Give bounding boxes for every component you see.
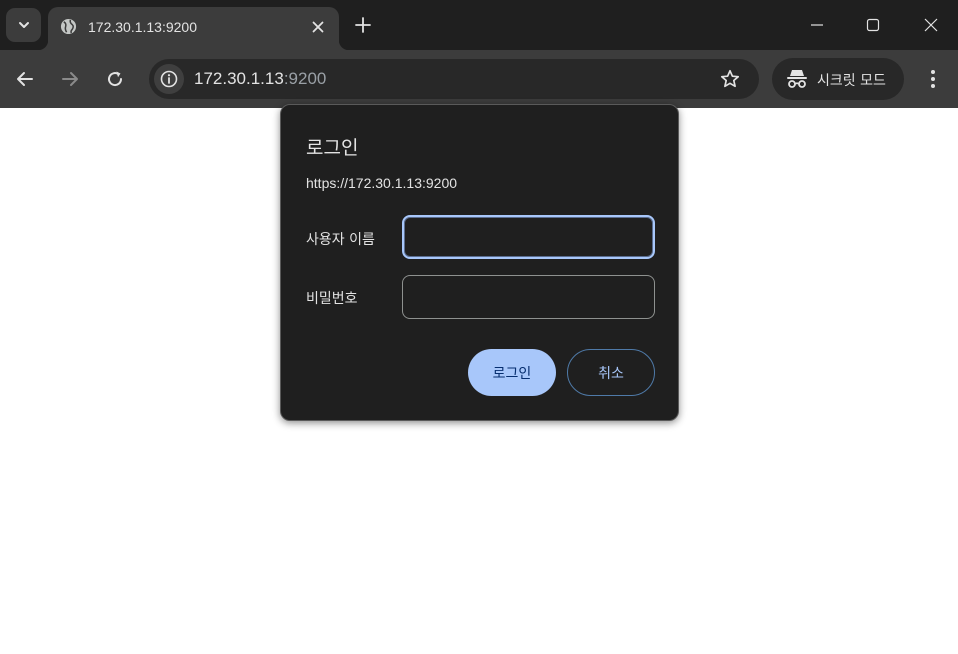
login-button[interactable]: 로그인 [468, 349, 556, 396]
incognito-icon [787, 70, 807, 88]
tab-strip: 172.30.1.13:9200 [0, 0, 958, 50]
cancel-button[interactable]: 취소 [567, 349, 655, 396]
password-label: 비밀번호 [306, 291, 358, 307]
new-tab-button[interactable] [352, 14, 374, 36]
forward-arrow-icon [62, 72, 78, 86]
incognito-indicator[interactable]: 시크릿 모드 [772, 58, 904, 100]
forward-button[interactable] [57, 66, 83, 92]
url-text: 172.30.1.13:9200 [194, 69, 326, 89]
site-info-button[interactable] [154, 64, 184, 94]
tab-search-button[interactable] [6, 8, 41, 42]
tab-title: 172.30.1.13:9200 [88, 19, 197, 35]
reload-icon [108, 71, 123, 87]
info-icon [160, 70, 178, 88]
address-bar[interactable]: 172.30.1.13:9200 [149, 59, 759, 99]
close-icon [924, 18, 938, 32]
url-port: :9200 [283, 69, 327, 88]
maximize-icon [866, 18, 880, 32]
close-icon [312, 21, 324, 33]
reload-button[interactable] [102, 66, 128, 92]
tab-close-button[interactable] [308, 17, 328, 37]
plus-icon [355, 17, 371, 33]
dialog-title: 로그인 [306, 137, 359, 159]
kebab-menu-icon [931, 70, 935, 88]
username-input[interactable] [402, 215, 655, 259]
active-tab[interactable]: 172.30.1.13:9200 [38, 7, 349, 50]
incognito-label: 시크릿 모드 [817, 73, 886, 89]
globe-icon [60, 18, 77, 35]
chevron-down-icon [18, 22, 29, 28]
back-button[interactable] [12, 66, 38, 92]
star-icon [720, 69, 740, 88]
minimize-button[interactable] [806, 14, 828, 36]
minimize-icon [811, 24, 823, 26]
http-auth-dialog: 로그인 https://172.30.1.13:9200 사용자 이름 비밀번호… [280, 104, 679, 421]
window-close-button[interactable] [920, 14, 942, 36]
browser-menu-button[interactable] [922, 66, 944, 92]
back-arrow-icon [17, 72, 33, 86]
maximize-button[interactable] [862, 14, 884, 36]
password-input[interactable] [402, 275, 655, 319]
dialog-origin: https://172.30.1.13:9200 [306, 175, 458, 191]
username-label: 사용자 이름 [306, 232, 375, 248]
url-host: 172.30.1.13 [194, 69, 284, 88]
browser-toolbar: 172.30.1.13:9200 시크릿 모드 [0, 50, 958, 108]
bookmark-button[interactable] [719, 68, 741, 90]
